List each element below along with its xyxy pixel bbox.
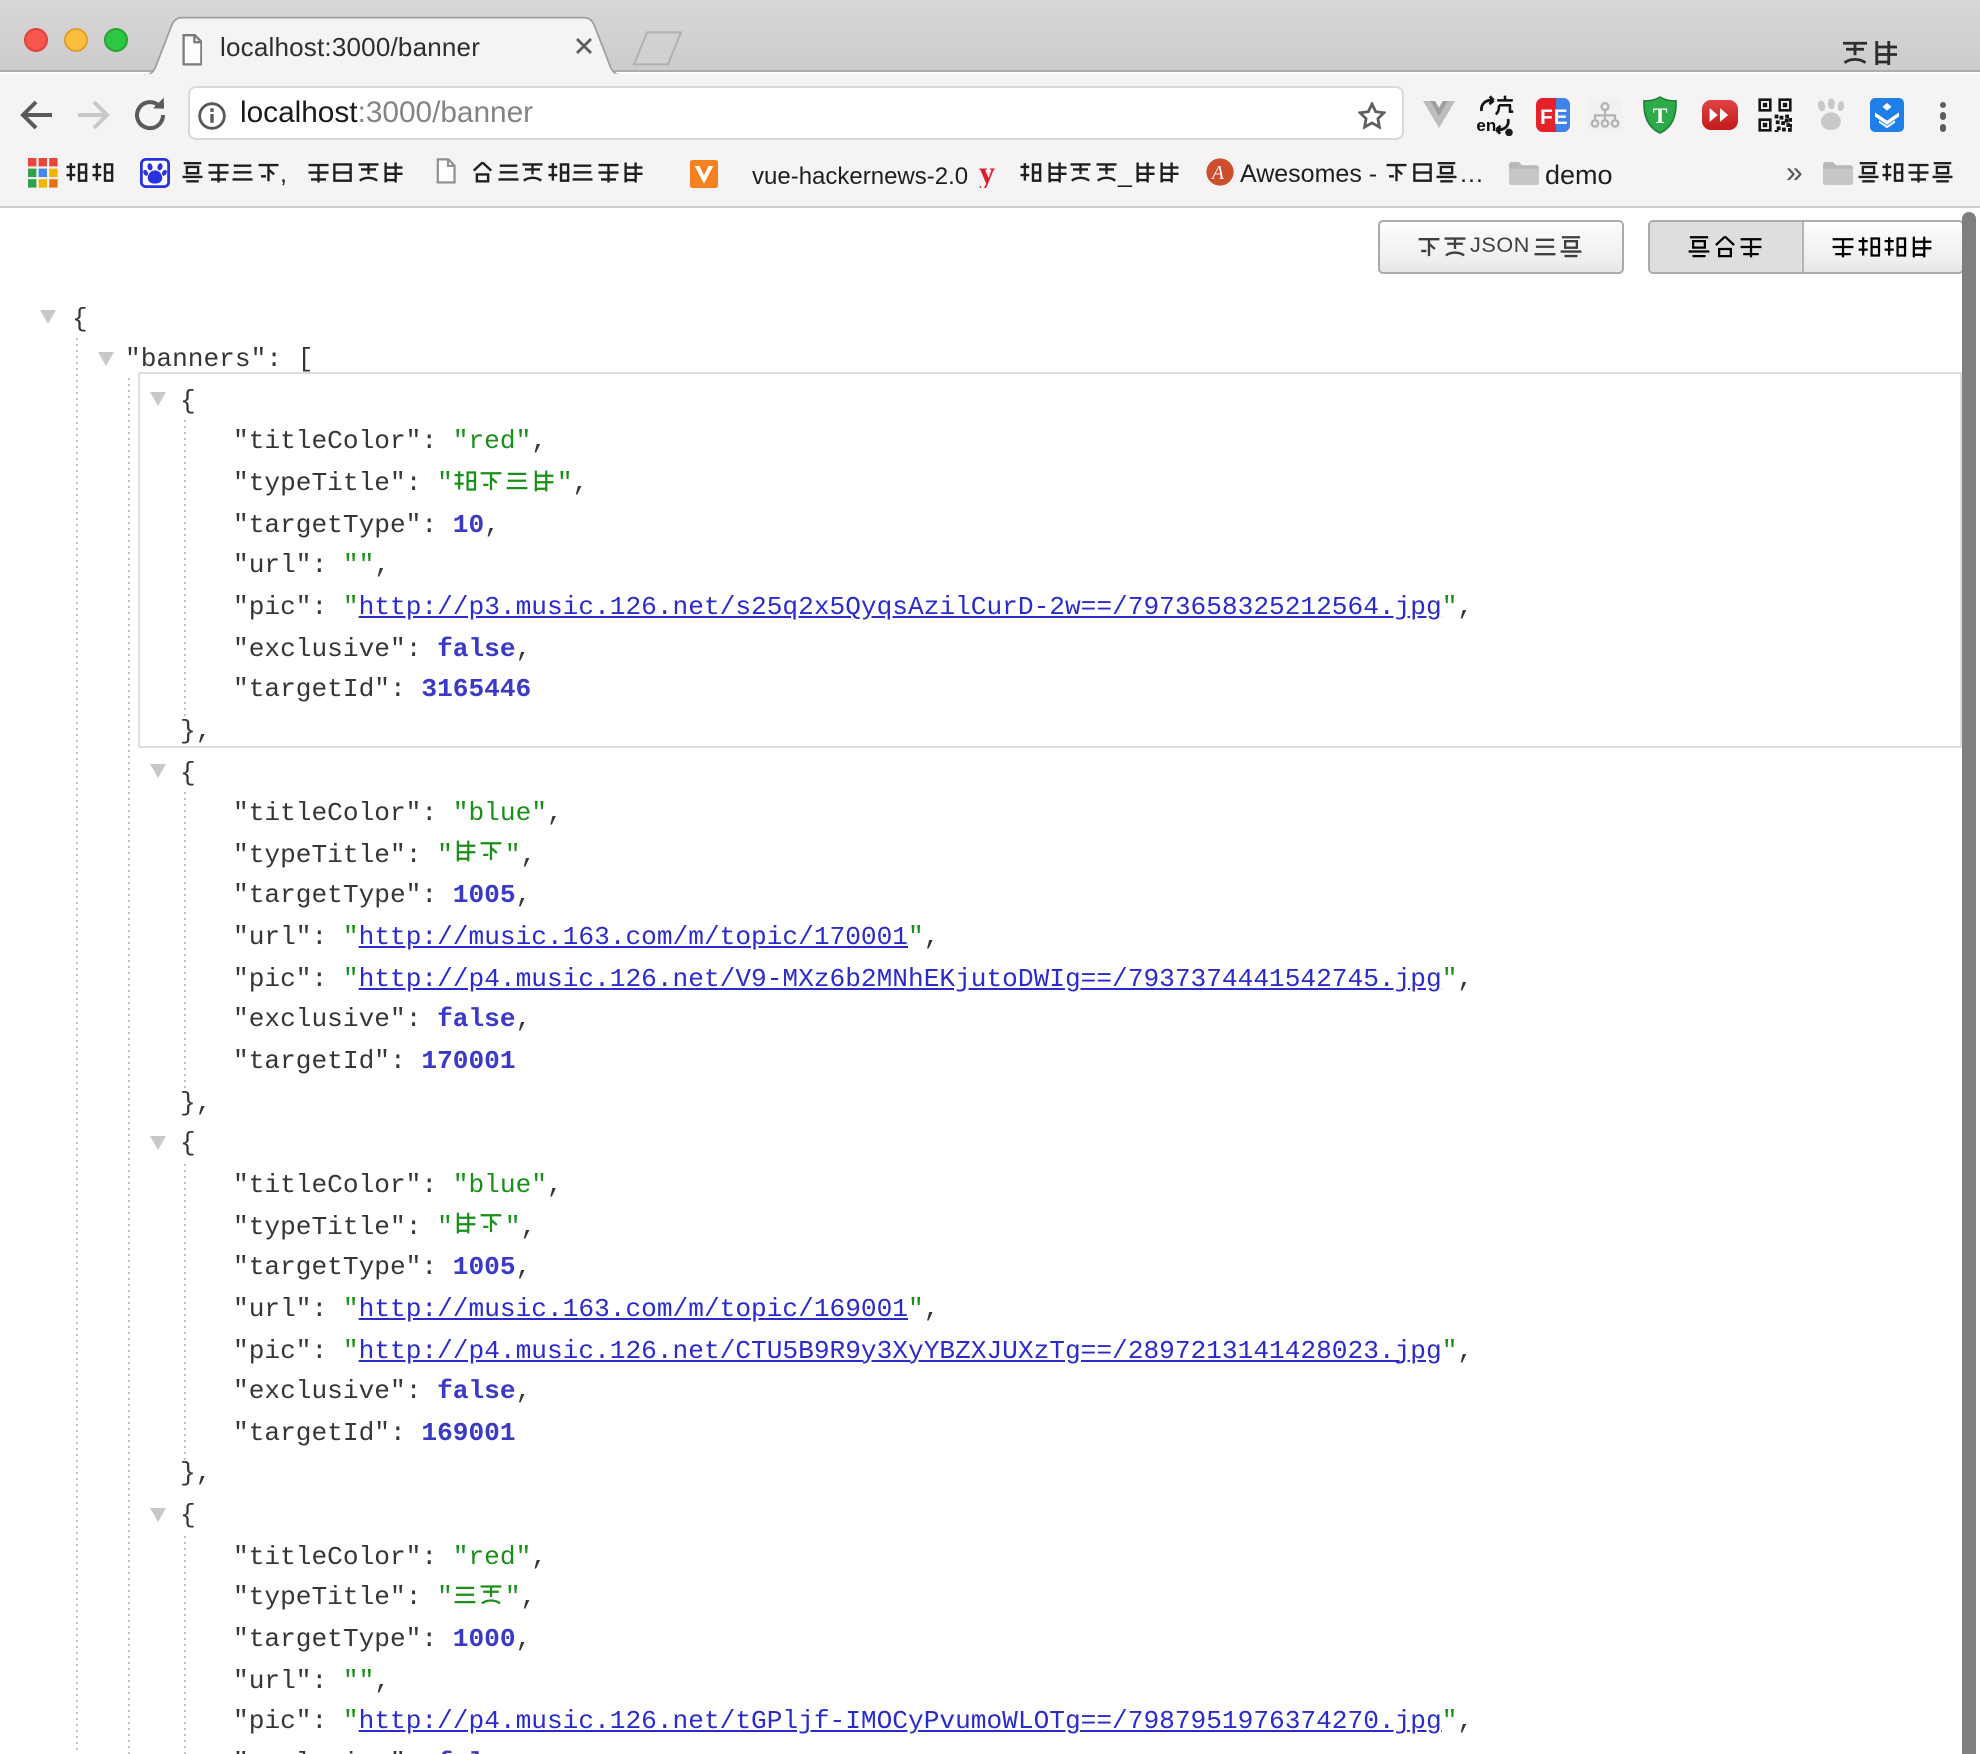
svg-text:E: E	[1553, 106, 1567, 129]
svg-text:T: T	[1653, 103, 1668, 128]
svg-text:y: y	[979, 156, 995, 188]
svg-text:en: en	[1476, 116, 1496, 135]
svg-text:F: F	[1539, 106, 1552, 129]
svg-text:A: A	[1210, 163, 1225, 184]
